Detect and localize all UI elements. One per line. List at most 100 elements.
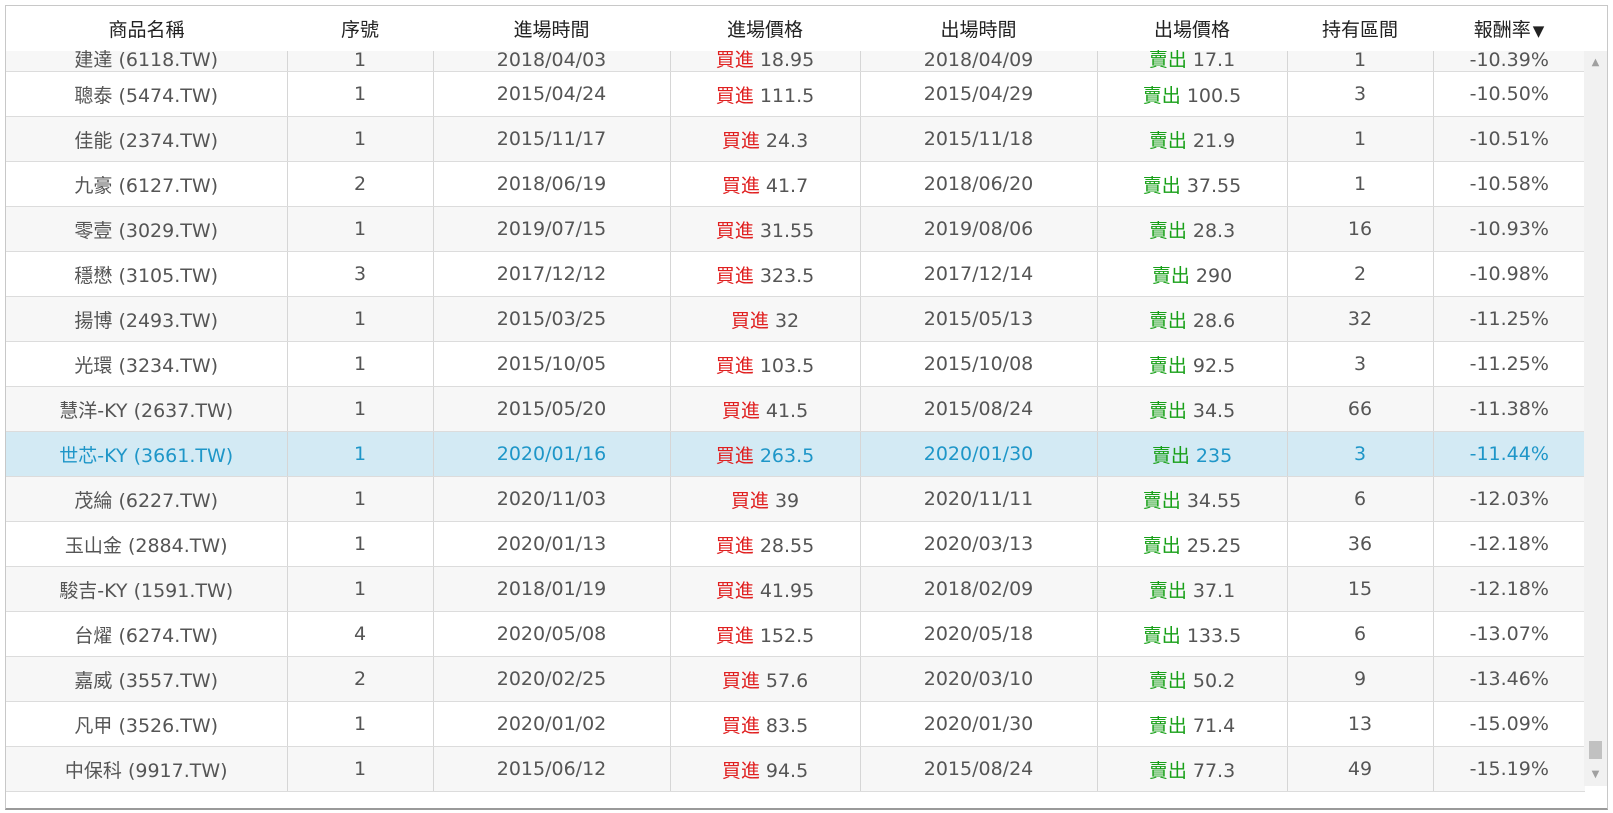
table-row[interactable]: 世芯-KY (3661.TW) 1 2020/01/16 買進 263.5 2020/0… <box>6 431 1585 477</box>
cell-product-name: 嘉威 (3557.TW) <box>6 656 288 702</box>
cell-seq: 1 <box>287 746 434 792</box>
cell-entry-price: 買進 152.5 <box>670 611 861 657</box>
table-row[interactable]: 光環 (3234.TW) 1 2015/10/05 買進 103.5 2015/10/0… <box>6 341 1585 387</box>
table-row[interactable]: 台燿 (6274.TW) 4 2020/05/08 買進 152.5 2020/05/1… <box>6 611 1585 657</box>
header-exit-date[interactable]: 出場時間 <box>860 6 1097 53</box>
sell-label: 賣出 <box>1142 84 1181 107</box>
buy-label: 買進 <box>715 624 754 647</box>
cell-entry-price: 買進 323.5 <box>670 251 861 297</box>
sell-label: 賣出 <box>1148 759 1187 782</box>
cell-exit-price: 賣出 77.3 <box>1097 746 1288 792</box>
table-row[interactable]: 穩懋 (3105.TW) 3 2017/12/12 買進 323.5 2017/12/1… <box>6 251 1585 297</box>
header-return[interactable]: 報酬率 ▼ <box>1433 6 1585 53</box>
table-row[interactable]: 九豪 (6127.TW) 2 2018/06/19 買進 41.7 2018/06/20… <box>6 161 1585 207</box>
cell-product-name: 台燿 (6274.TW) <box>6 611 288 657</box>
exit-price-value: 34.55 <box>1186 489 1242 512</box>
cell-exit-date: 2019/08/06 <box>860 206 1098 252</box>
table-row[interactable]: 駿吉-KY (1591.TW) 1 2018/01/19 買進 41.95 2018/0… <box>6 566 1585 612</box>
cell-entry-price: 買進 41.95 <box>670 566 861 612</box>
cell-exit-price: 賣出 50.2 <box>1097 656 1288 702</box>
cell-product-name: 揚博 (2493.TW) <box>6 296 288 342</box>
cell-return: -10.58% <box>1433 161 1585 207</box>
table-row[interactable]: 嘉威 (3557.TW) 2 2020/02/25 買進 57.6 2020/03/10… <box>6 656 1585 702</box>
cell-exit-date: 2020/03/10 <box>860 656 1098 702</box>
entry-price-value: 32 <box>774 309 800 332</box>
cell-entry-date: 2020/11/03 <box>433 476 671 522</box>
cell-exit-date: 2015/11/18 <box>860 116 1098 162</box>
cell-return: -12.18% <box>1433 521 1585 567</box>
cell-hold-period: 3 <box>1287 341 1434 387</box>
cell-seq: 1 <box>287 71 434 117</box>
sell-label: 賣出 <box>1148 129 1187 152</box>
cell-hold-period: 6 <box>1287 611 1434 657</box>
cell-entry-price: 買進 83.5 <box>670 701 861 747</box>
exit-price-value: 21.9 <box>1192 129 1236 152</box>
cell-hold-period: 1 <box>1287 51 1434 72</box>
cell-return: -11.25% <box>1433 296 1585 342</box>
exit-price-value: 235 <box>1195 444 1233 467</box>
trade-table-panel: 商品名稱 序號 進場時間 進場價格 出場時間 出場價格 持有區間 報酬率 ▼ 建達… <box>5 5 1608 810</box>
cell-entry-date: 2015/04/24 <box>433 71 671 117</box>
cell-hold-period: 13 <box>1287 701 1434 747</box>
table-row[interactable]: 茂綸 (6227.TW) 1 2020/11/03 買進 39 2020/11/11 賣出… <box>6 476 1585 522</box>
cell-seq: 1 <box>287 701 434 747</box>
sell-label: 賣出 <box>1151 264 1190 287</box>
table-row[interactable]: 建達 (6118.TW) 1 2018/04/03 買進 18.95 2018/04/0… <box>6 51 1585 72</box>
entry-price-value: 263.5 <box>759 444 815 467</box>
cell-product-name: 世芯-KY (3661.TW) <box>6 431 288 477</box>
table-row[interactable]: 揚博 (2493.TW) 1 2015/03/25 買進 32 2015/05/13 賣出… <box>6 296 1585 342</box>
cell-entry-date: 2019/07/15 <box>433 206 671 252</box>
header-seq[interactable]: 序號 <box>287 6 433 53</box>
table-row[interactable]: 慧洋-KY (2637.TW) 1 2015/05/20 買進 41.5 2015/08… <box>6 386 1585 432</box>
table-row[interactable]: 零壹 (3029.TW) 1 2019/07/15 買進 31.55 2019/08/0… <box>6 206 1585 252</box>
exit-price-value: 17.1 <box>1192 49 1236 71</box>
cell-return: -10.39% <box>1433 51 1585 72</box>
table-row[interactable]: 中保科 (9917.TW) 1 2015/06/12 買進 94.5 2015/08/2… <box>6 746 1585 792</box>
header-exit-price[interactable]: 出場價格 <box>1097 6 1287 53</box>
buy-label: 買進 <box>715 579 754 602</box>
entry-price-value: 57.6 <box>765 669 809 692</box>
cell-entry-price: 買進 57.6 <box>670 656 861 702</box>
cell-return: -10.51% <box>1433 116 1585 162</box>
cell-entry-price: 買進 103.5 <box>670 341 861 387</box>
cell-exit-date: 2015/08/24 <box>860 386 1098 432</box>
cell-entry-date: 2020/01/02 <box>433 701 671 747</box>
entry-price-value: 111.5 <box>759 84 815 107</box>
table-row[interactable]: 聰泰 (5474.TW) 1 2015/04/24 買進 111.5 2015/04/2… <box>6 71 1585 117</box>
table-row[interactable]: 凡甲 (3526.TW) 1 2020/01/02 買進 83.5 2020/01/30… <box>6 701 1585 747</box>
scroll-down-icon[interactable]: ▼ <box>1584 766 1607 783</box>
scroll-thumb[interactable] <box>1589 741 1602 759</box>
cell-seq: 1 <box>287 51 434 72</box>
cell-exit-price: 賣出 34.5 <box>1097 386 1288 432</box>
buy-label: 買進 <box>730 489 769 512</box>
cell-exit-date: 2015/04/29 <box>860 71 1098 117</box>
cell-exit-price: 賣出 100.5 <box>1097 71 1288 117</box>
exit-price-value: 50.2 <box>1192 669 1236 692</box>
entry-price-value: 31.55 <box>759 219 815 242</box>
sell-label: 賣出 <box>1142 489 1181 512</box>
sort-desc-icon[interactable]: ▼ <box>1533 22 1545 40</box>
cell-exit-date: 2020/03/13 <box>860 521 1098 567</box>
table-row[interactable]: 玉山金 (2884.TW) 1 2020/01/13 買進 28.55 2020/03/… <box>6 521 1585 567</box>
scroll-up-icon[interactable]: ▲ <box>1584 54 1607 71</box>
buy-label: 買進 <box>715 84 754 107</box>
sell-label: 賣出 <box>1151 444 1190 467</box>
cell-entry-price: 買進 18.95 <box>670 51 861 72</box>
header-entry-date[interactable]: 進場時間 <box>433 6 670 53</box>
cell-exit-price: 賣出 17.1 <box>1097 49 1288 72</box>
cell-entry-date: 2020/02/25 <box>433 656 671 702</box>
cell-hold-period: 2 <box>1287 251 1434 297</box>
header-hold-period[interactable]: 持有區間 <box>1287 6 1433 53</box>
cell-hold-period: 9 <box>1287 656 1434 702</box>
header-product-name[interactable]: 商品名稱 <box>6 6 287 53</box>
table-row[interactable]: 佳能 (2374.TW) 1 2015/11/17 買進 24.3 2015/11/18… <box>6 116 1585 162</box>
header-entry-price[interactable]: 進場價格 <box>670 6 860 53</box>
cell-return: -11.38% <box>1433 386 1585 432</box>
cell-return: -15.19% <box>1433 746 1585 792</box>
vertical-scrollbar[interactable]: ▲ ▼ <box>1584 51 1607 786</box>
cell-exit-date: 2018/04/09 <box>860 51 1098 72</box>
entry-price-value: 41.95 <box>759 579 815 602</box>
exit-price-value: 34.5 <box>1192 399 1236 422</box>
cell-hold-period: 66 <box>1287 386 1434 432</box>
cell-exit-price: 賣出 28.3 <box>1097 206 1288 252</box>
